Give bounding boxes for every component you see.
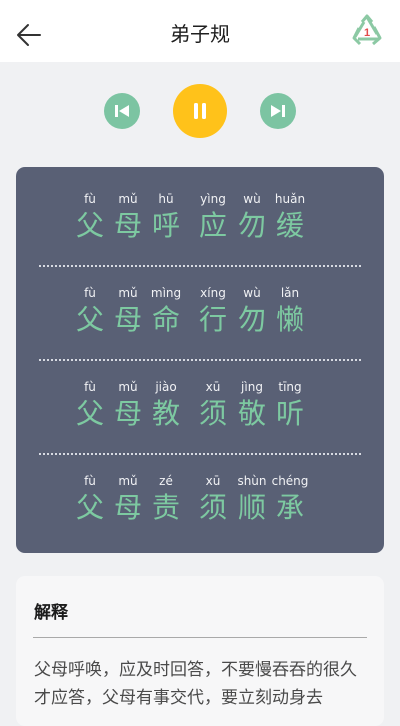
pinyin-text: xū [205,474,221,488]
verse-character: 父 [75,397,104,430]
app-header: 弟子规 1 [0,0,400,62]
explanation-card: 解释 父母呼唤，应及时回答，不要慢吞吞的很久才应答，父母有事交代，要立刻动身去 [16,576,384,726]
pinyin-text: xū [205,380,221,394]
verse-character: 听 [275,397,304,430]
verse-character: 母 [113,397,142,430]
pinyin-text: yìng [200,192,226,206]
page-title: 弟子规 [170,22,230,46]
verse-character: 行 [198,303,227,336]
verse-character: 承 [275,491,304,524]
pinyin-text: wù [243,286,261,300]
pinyin-text: xíng [200,286,226,300]
pinyin-text: mǔ [118,380,138,394]
recycle-icon: 1 [352,14,382,46]
pinyin-text: fù [84,192,96,206]
verse-character: 教 [151,397,180,430]
verse-line[interactable]: fù 父 mǔ 母 hū 呼 yìng 应 wù 勿 huǎn 缓 [16,191,384,257]
verse-character: 母 [113,303,142,336]
verse-character: 勿 [237,303,266,336]
pinyin-text: shùn [237,474,267,488]
verse-character: 敬 [237,397,266,430]
verse-line[interactable]: fù 父 mǔ 母 zé 责 xū 须 shùn 顺 chéng 承 [16,473,384,539]
verse-character: 勿 [237,209,266,242]
previous-button[interactable] [104,93,140,129]
verse-character: 父 [75,303,104,336]
pinyin-text: zé [159,474,173,488]
verse-character: 责 [151,491,180,524]
pinyin-text: hū [158,192,174,206]
explanation-heading: 解释 [34,603,68,623]
verse-character: 母 [113,491,142,524]
verse-character: 命 [151,303,180,336]
pinyin-text: tīng [278,380,302,394]
verse-character: 须 [198,397,227,430]
playback-controls [0,84,400,138]
verse-character: 父 [75,491,104,524]
pinyin-text: mǔ [118,286,138,300]
pinyin-text: mǔ [118,474,138,488]
pinyin-text: jiào [155,380,177,394]
pinyin-text: fù [84,474,96,488]
verse-line[interactable]: fù 父 mǔ 母 jiào 教 xū 须 jìng 敬 tīng 听 [16,379,384,445]
pinyin-text: mǔ [118,192,138,206]
verse-character: 呼 [151,209,180,242]
verse-character: 懒 [275,303,304,336]
pinyin-text: lǎn [280,286,300,300]
dotted-separator [39,359,361,361]
verse-character: 应 [198,209,227,242]
pause-button[interactable] [173,84,227,138]
recycle-button[interactable]: 1 [350,14,384,48]
pinyin-text: mìng [150,286,182,300]
pinyin-text: chéng [271,474,309,488]
verse-character: 缓 [275,209,304,242]
dotted-separator [39,453,361,455]
verse-line[interactable]: fù 父 mǔ 母 mìng 命 xíng 行 wù 勿 lǎn 懒 [16,285,384,351]
pinyin-text: fù [84,380,96,394]
skip-previous-icon [115,105,129,117]
pinyin-text: huǎn [274,192,306,206]
skip-next-icon [271,105,285,117]
divider [33,637,367,638]
pinyin-text: wù [243,192,261,206]
next-button[interactable] [260,93,296,129]
dotted-separator [39,265,361,267]
pinyin-text: fù [84,286,96,300]
pause-icon [194,103,206,119]
verse-card: fù 父 mǔ 母 hū 呼 yìng 应 wù 勿 huǎn 缓 fù 父 mǔ 母 mìng 命 xíng 行 wù… [16,167,384,553]
verse-character: 母 [113,209,142,242]
recycle-badge: 1 [364,27,370,39]
verse-character: 父 [75,209,104,242]
explanation-text: 父母呼唤，应及时回答，不要慢吞吞的很久才应答，父母有事交代，要立刻动身去 [34,660,357,708]
verse-character: 须 [198,491,227,524]
pinyin-text: jìng [241,380,263,394]
verse-character: 顺 [237,491,266,524]
